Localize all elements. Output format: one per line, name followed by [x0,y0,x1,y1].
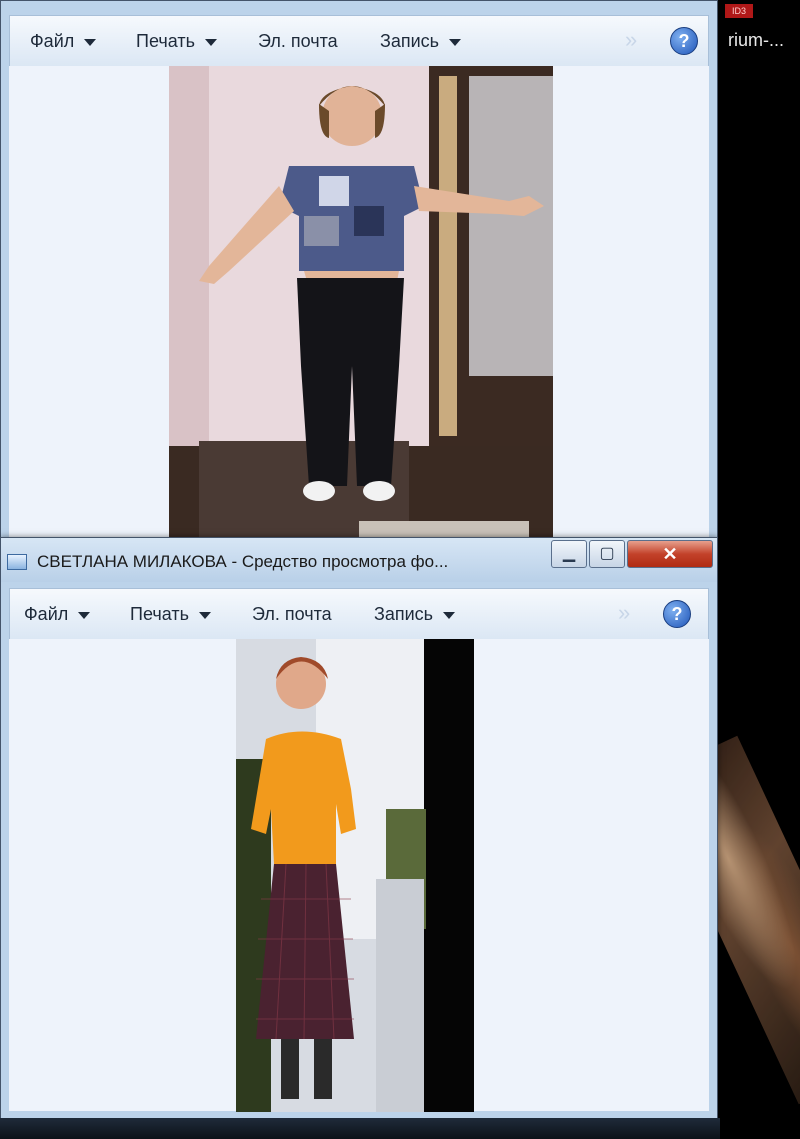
photo-image [169,66,553,541]
menu-email-label: Эл. почта [258,31,338,51]
minimize-button[interactable]: ▁ [551,540,587,568]
chevron-down-icon [443,611,456,619]
background-badge: ID3 [725,4,753,18]
menu-print-label: Печать [130,604,189,624]
toolbar: Файл Печать Эл. почта Запись » ? [9,15,709,67]
menu-print-label: Печать [136,31,195,51]
title-bar[interactable]: СВЕТЛАНА МИЛАКОВА - Средство просмотра ф… [1,538,717,582]
image-viewport [9,639,709,1112]
menu-burn[interactable]: Запись [380,16,462,66]
menu-email[interactable]: Эл. почта [252,589,332,639]
chevron-down-icon [449,38,462,46]
chevron-down-icon [78,611,91,619]
overflow-chevron-icon[interactable]: » [618,589,630,637]
close-button[interactable]: ✕ [627,540,713,568]
menu-burn-label: Запись [380,31,440,51]
toolbar: Файл Печать Эл. почта Запись » ? [9,588,709,640]
help-icon[interactable]: ? [670,27,698,55]
menu-file-label: Файл [30,31,75,51]
menu-file-label: Файл [24,604,69,624]
photo-viewer-window-back[interactable]: Файл Печать Эл. почта Запись » ? [0,0,718,542]
chevron-down-icon [84,38,97,46]
background-window-title[interactable]: rium-... [728,30,784,51]
chevron-down-icon [204,38,217,46]
chevron-down-icon [198,611,211,619]
menu-file[interactable]: Файл [24,589,91,639]
window-title: СВЕТЛАНА МИЛАКОВА - Средство просмотра ф… [37,552,449,571]
menu-print[interactable]: Печать [130,589,211,639]
image-viewport [9,66,709,541]
help-icon[interactable]: ? [663,600,691,628]
photo-image [236,639,474,1112]
menu-burn-label: Запись [374,604,434,624]
photo-viewer-window-front[interactable]: СВЕТЛАНА МИЛАКОВА - Средство просмотра ф… [0,537,718,1120]
window-controls: ▁ ▢ ✕ [549,540,713,568]
menu-file[interactable]: Файл [30,16,97,66]
maximize-button[interactable]: ▢ [589,540,625,568]
menu-print[interactable]: Печать [136,16,217,66]
taskbar [0,1118,720,1139]
menu-email[interactable]: Эл. почта [258,16,338,66]
overflow-chevron-icon[interactable]: » [625,16,637,64]
photo-viewer-app-icon [7,554,27,570]
menu-burn[interactable]: Запись [374,589,456,639]
menu-email-label: Эл. почта [252,604,332,624]
